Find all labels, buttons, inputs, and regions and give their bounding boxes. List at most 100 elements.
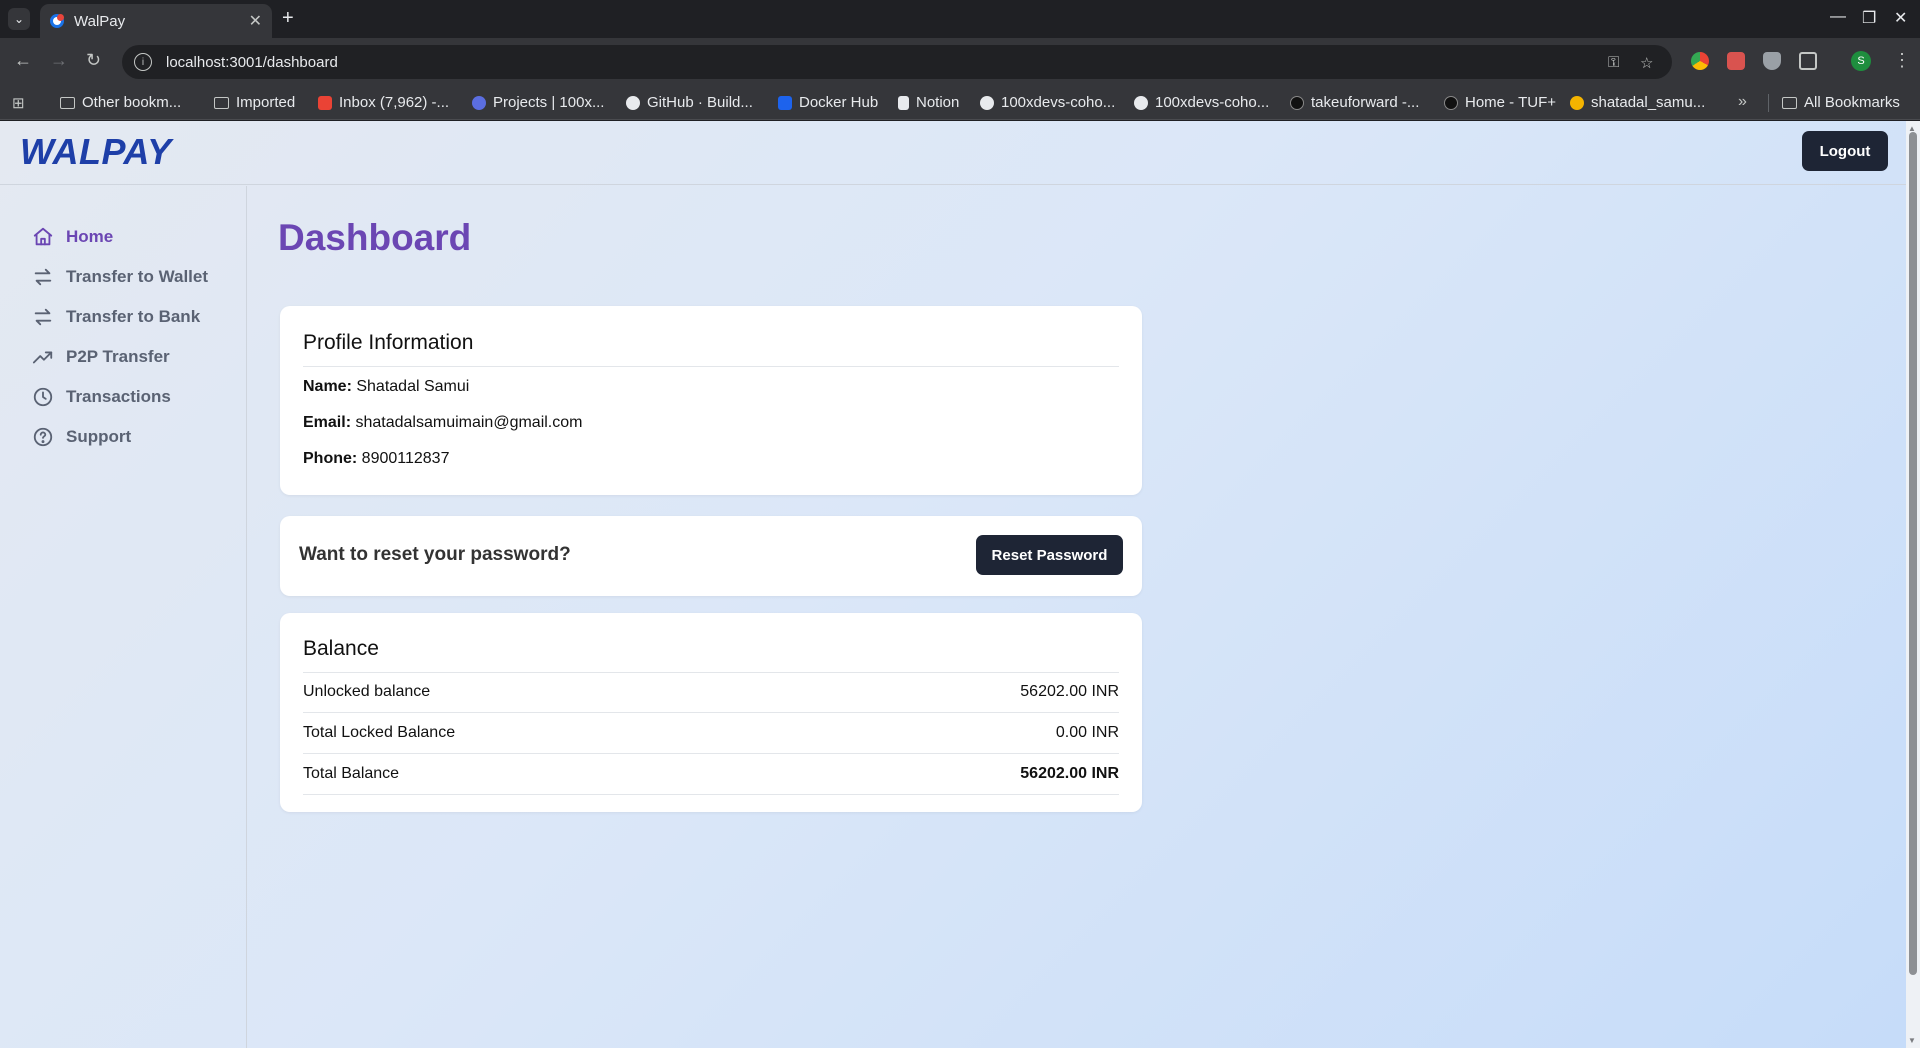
leetcode-icon bbox=[1570, 95, 1584, 110]
extension-fox-icon[interactable] bbox=[1727, 52, 1745, 70]
browser-tab-strip: ⌄ WalPay ✕ + — ❐ ✕ bbox=[0, 0, 1920, 38]
email-label: Email: bbox=[303, 414, 352, 431]
balance-row-unlocked: Unlocked balance 56202.00 INR bbox=[303, 672, 1119, 713]
bookmark-item[interactable]: takeuforward -... bbox=[1290, 94, 1419, 111]
tuf-icon bbox=[1290, 95, 1304, 110]
shield-icon[interactable] bbox=[1763, 52, 1781, 70]
sidebar-item-label: Home bbox=[66, 227, 114, 246]
app-header: WALPAY Logout bbox=[0, 121, 1906, 185]
profile-heading: Profile Information bbox=[303, 331, 474, 354]
reset-password-button[interactable]: Reset Password bbox=[976, 535, 1123, 575]
folder-icon bbox=[60, 96, 75, 109]
window-close-icon[interactable]: ✕ bbox=[1894, 8, 1907, 28]
balance-label: Unlocked balance bbox=[303, 683, 431, 700]
balance-label: Total Balance bbox=[303, 765, 400, 782]
github-icon bbox=[626, 95, 640, 110]
logout-button[interactable]: Logout bbox=[1802, 131, 1888, 171]
bookmark-item[interactable]: Notion bbox=[898, 94, 959, 111]
key-icon[interactable]: ⚿ bbox=[1608, 54, 1619, 71]
folder-icon bbox=[1782, 96, 1797, 109]
bookmark-item[interactable]: GitHub · Build... bbox=[626, 94, 753, 111]
close-icon[interactable]: ✕ bbox=[249, 11, 262, 31]
bookmarks-bar: ⊞ Other bookm... Imported Inbox (7,962) … bbox=[0, 86, 1920, 120]
divider bbox=[303, 366, 1119, 367]
new-tab-button[interactable]: + bbox=[282, 7, 294, 30]
reset-question: Want to reset your password? bbox=[299, 544, 571, 565]
projects-icon bbox=[472, 95, 486, 110]
menu-dots-icon[interactable]: ⋮ bbox=[1893, 50, 1911, 71]
github-icon bbox=[1134, 95, 1148, 110]
sidebar-item-transactions[interactable]: Transactions bbox=[32, 386, 171, 408]
profile-name: Name: Shatadal Samui bbox=[303, 378, 469, 396]
trending-up-icon bbox=[32, 351, 53, 364]
scroll-down-icon[interactable]: ▼ bbox=[1908, 1036, 1916, 1045]
sidebar-item-p2p-transfer[interactable]: P2P Transfer bbox=[32, 346, 170, 368]
sidebar-item-transfer-to-wallet[interactable]: Transfer to Wallet bbox=[32, 266, 208, 288]
notion-icon bbox=[898, 95, 909, 110]
reset-password-card: Want to reset your password? Reset Passw… bbox=[280, 516, 1142, 596]
sidebar-item-home[interactable]: Home bbox=[32, 226, 113, 248]
home-icon bbox=[33, 227, 53, 246]
name-label: Name: bbox=[303, 378, 352, 395]
bookmark-item[interactable]: shatadal_samu... bbox=[1570, 94, 1705, 111]
address-bar[interactable]: i localhost:3001/dashboard ⚿ ☆ bbox=[122, 45, 1672, 79]
github-icon bbox=[980, 95, 994, 110]
maximize-icon[interactable]: ❐ bbox=[1862, 8, 1876, 28]
balance-value: 56202.00 INR bbox=[1020, 683, 1119, 700]
bookmark-item[interactable]: Other bookm... bbox=[60, 94, 181, 111]
sidebar: Home Transfer to Wallet Transfer to Bank… bbox=[0, 186, 247, 1048]
balance-card: Balance Unlocked balance 56202.00 INR To… bbox=[280, 613, 1142, 812]
back-icon[interactable]: ← bbox=[14, 50, 32, 71]
sidebar-item-transfer-to-bank[interactable]: Transfer to Bank bbox=[32, 306, 200, 328]
bookmark-item[interactable]: Inbox (7,962) -... bbox=[318, 94, 449, 111]
name-value: Shatadal Samui bbox=[356, 378, 470, 395]
balance-label: Total Locked Balance bbox=[303, 724, 456, 741]
extension-chrome-icon[interactable] bbox=[1691, 52, 1709, 70]
balance-value-total: 56202.00 INR bbox=[1020, 765, 1119, 782]
bookmark-item[interactable]: 100xdevs-coho... bbox=[980, 94, 1115, 111]
bookmarks-divider bbox=[1768, 94, 1769, 112]
walpay-favicon-icon bbox=[50, 14, 64, 28]
sidebar-item-label: Transactions bbox=[66, 387, 171, 406]
arrows-swap-icon bbox=[34, 308, 52, 326]
page-title: Dashboard bbox=[278, 217, 472, 258]
help-circle-icon bbox=[33, 427, 53, 447]
phone-value: 8900112837 bbox=[361, 450, 450, 467]
bookmark-item[interactable]: Imported bbox=[214, 94, 295, 111]
walpay-logo[interactable]: WALPAY bbox=[20, 131, 172, 173]
minimize-icon[interactable]: — bbox=[1830, 8, 1846, 26]
balance-row-locked: Total Locked Balance 0.00 INR bbox=[303, 713, 1119, 754]
sidebar-item-support[interactable]: Support bbox=[32, 426, 131, 448]
balance-value: 0.00 INR bbox=[1055, 724, 1119, 741]
sidebar-item-label: Transfer to Wallet bbox=[66, 267, 209, 286]
gmail-icon bbox=[318, 95, 332, 110]
profile-phone: Phone: 8900112837 bbox=[303, 450, 449, 468]
scrollbar-thumb[interactable] bbox=[1909, 132, 1917, 975]
site-info-icon[interactable]: i bbox=[134, 53, 152, 71]
balance-heading: Balance bbox=[303, 637, 379, 660]
profile-avatar[interactable]: S bbox=[1851, 51, 1871, 71]
arrows-swap-icon bbox=[34, 268, 52, 286]
bookmark-item[interactable]: Docker Hub bbox=[778, 94, 878, 111]
star-icon[interactable]: ☆ bbox=[1640, 54, 1653, 72]
url-text: localhost:3001/dashboard bbox=[166, 53, 338, 71]
apps-grid-icon[interactable]: ⊞ bbox=[12, 94, 25, 112]
all-bookmarks-button[interactable]: All Bookmarks bbox=[1782, 94, 1900, 111]
page-viewport: WALPAY Logout Home Transfer to Wallet Tr… bbox=[0, 121, 1906, 1048]
sidebar-item-label: P2P Transfer bbox=[66, 347, 170, 366]
sidebar-item-label: Support bbox=[66, 427, 132, 446]
bookmark-item[interactable]: Projects | 100x... bbox=[472, 94, 604, 111]
tab-search-button[interactable]: ⌄ bbox=[8, 8, 30, 30]
docker-icon bbox=[778, 95, 792, 110]
folder-icon bbox=[214, 96, 229, 109]
more-bookmarks-icon[interactable]: » bbox=[1738, 93, 1747, 111]
browser-tab[interactable]: WalPay ✕ bbox=[40, 4, 272, 38]
tuf-icon bbox=[1444, 95, 1458, 110]
profile-card: Profile Information Name: Shatadal Samui… bbox=[280, 306, 1142, 495]
reload-icon[interactable]: ↻ bbox=[86, 50, 101, 71]
profile-email: Email: shatadalsamuimain@gmail.com bbox=[303, 414, 582, 432]
bookmark-item[interactable]: 100xdevs-coho... bbox=[1134, 94, 1269, 111]
forward-icon[interactable]: → bbox=[50, 50, 68, 71]
bookmark-item[interactable]: Home - TUF+ bbox=[1444, 94, 1556, 111]
puzzle-icon[interactable] bbox=[1799, 52, 1817, 70]
